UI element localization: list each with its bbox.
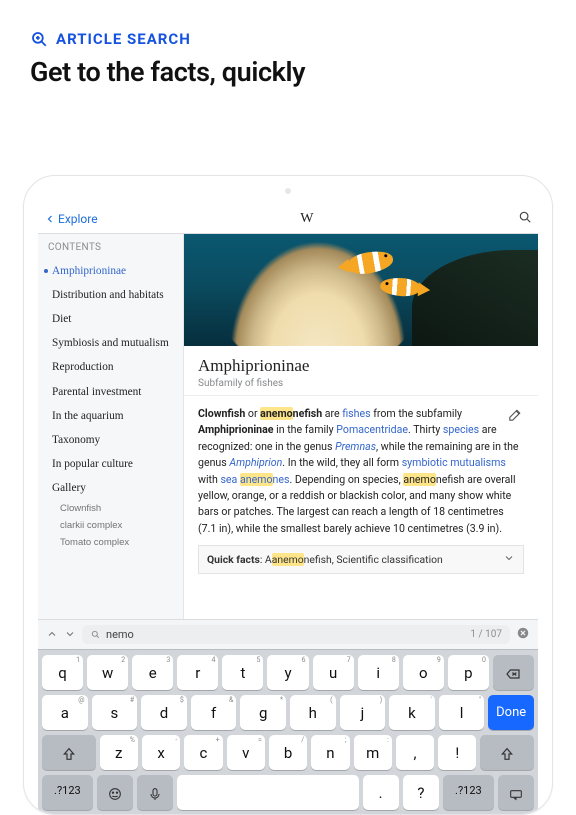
toc-item[interactable]: In popular culture <box>38 452 183 476</box>
find-input[interactable]: nemo 1 / 107 <box>82 625 510 644</box>
link-fishes[interactable]: fishes <box>342 407 370 420</box>
key-special[interactable] <box>42 735 96 770</box>
key-.?123[interactable]: .?123 <box>443 775 494 810</box>
key-c[interactable]: c+ <box>184 735 222 770</box>
link-sea-anemones[interactable]: sea anemones <box>220 473 289 486</box>
quick-facts-box[interactable]: Quick facts: Aanemonefish, Scientific cl… <box>198 545 524 574</box>
promo-label: ARTICLE SEARCH <box>30 30 546 48</box>
toc-subitem[interactable]: clarkii complex <box>38 517 183 534</box>
key-i[interactable]: i8 <box>358 655 399 690</box>
toc-item[interactable]: Distribution and habitats <box>38 283 183 307</box>
key-y[interactable]: y6 <box>267 655 308 690</box>
article-body: Clownfish or anemonefish are fishes from… <box>184 396 538 545</box>
key-z[interactable]: z% <box>100 735 138 770</box>
key-,[interactable]: , <box>396 735 434 770</box>
key-t[interactable]: t5 <box>222 655 263 690</box>
key-j[interactable]: j) <box>340 695 386 730</box>
toc-item[interactable]: Amphiprioninae <box>38 259 183 283</box>
key-u[interactable]: u7 <box>313 655 354 690</box>
nav-bar: Explore W <box>38 204 538 234</box>
toc-item[interactable]: Parental investment <box>38 380 183 404</box>
sidebar-heading: CONTENTS <box>38 242 183 259</box>
back-button[interactable]: Explore <box>44 212 98 226</box>
key-o[interactable]: o9 <box>403 655 444 690</box>
key-special[interactable] <box>480 735 534 770</box>
tablet-frame: Explore W CONTENTS Amphiprioninae Distri… <box>23 175 553 815</box>
toc-subitem[interactable]: Tomato complex <box>38 534 183 551</box>
key-e[interactable]: e3 <box>132 655 173 690</box>
find-match-count: 1 / 107 <box>470 629 502 640</box>
toc-item[interactable]: Diet <box>38 307 183 331</box>
key-d[interactable]: d$ <box>141 695 187 730</box>
contents-sidebar: CONTENTS Amphiprioninae Distribution and… <box>38 234 184 619</box>
key-a[interactable]: a@ <box>42 695 88 730</box>
link-amphiprion[interactable]: Amphiprion <box>229 456 282 469</box>
key-s[interactable]: s# <box>92 695 138 730</box>
promo-title: Get to the facts, quickly <box>30 56 546 88</box>
key-m[interactable]: m: <box>354 735 392 770</box>
article-title: Amphiprioninae <box>198 356 524 376</box>
key-p[interactable]: p0 <box>448 655 489 690</box>
edit-icon[interactable] <box>507 406 524 428</box>
key-.?123[interactable]: .?123 <box>42 775 93 810</box>
toc-item[interactable]: Gallery <box>38 476 183 500</box>
app-logo: W <box>98 211 516 227</box>
key-![interactable]: ! <box>438 735 476 770</box>
key-v[interactable]: v= <box>227 735 265 770</box>
key-.[interactable]: . <box>363 775 399 810</box>
link-pomacentridae[interactable]: Pomacentridae <box>336 423 408 436</box>
article-hero-image[interactable] <box>184 234 538 346</box>
key-h[interactable]: h( <box>290 695 336 730</box>
device-camera <box>285 188 291 194</box>
key-w[interactable]: w2 <box>87 655 128 690</box>
find-prev-button[interactable] <box>46 625 58 644</box>
key-l[interactable]: l" <box>439 695 485 730</box>
key-r[interactable]: r4 <box>177 655 218 690</box>
key-Done[interactable]: Done <box>488 695 534 730</box>
on-screen-keyboard: q1w2e3r4t5y6u7i8o9p0 a@s#d$f&g*h(j)k'l"D… <box>38 649 538 814</box>
key-k[interactable]: k' <box>389 695 435 730</box>
key-x[interactable]: x- <box>142 735 180 770</box>
key-g[interactable]: g* <box>240 695 286 730</box>
toc-item[interactable]: Symbiosis and mutualism <box>38 331 183 355</box>
key-special[interactable] <box>498 775 534 810</box>
find-query-text: nemo <box>106 628 134 641</box>
key-special[interactable] <box>493 655 534 690</box>
key-?[interactable]: ? <box>403 775 439 810</box>
key-special[interactable] <box>97 775 133 810</box>
search-button[interactable] <box>516 210 532 227</box>
chevron-down-icon <box>503 552 515 567</box>
key-special[interactable] <box>177 775 358 810</box>
key-n[interactable]: n; <box>311 735 349 770</box>
toc-item[interactable]: Reproduction <box>38 355 183 379</box>
search-icon <box>90 629 101 640</box>
find-close-button[interactable] <box>516 625 530 644</box>
article-subtitle: Subfamily of fishes <box>198 378 524 389</box>
toc-item[interactable]: Taxonomy <box>38 428 183 452</box>
find-next-button[interactable] <box>64 625 76 644</box>
toc-subitem[interactable]: Clownfish <box>38 500 183 517</box>
key-special[interactable] <box>137 775 173 810</box>
key-q[interactable]: q1 <box>42 655 83 690</box>
find-in-page-bar: nemo 1 / 107 <box>38 619 538 649</box>
key-b[interactable]: b/ <box>269 735 307 770</box>
link-premnas[interactable]: Premnas <box>335 440 376 453</box>
key-f[interactable]: f& <box>191 695 237 730</box>
toc-item[interactable]: In the aquarium <box>38 404 183 428</box>
link-species[interactable]: species <box>443 423 479 436</box>
link-symbiotic[interactable]: symbiotic mutualisms <box>402 456 506 469</box>
